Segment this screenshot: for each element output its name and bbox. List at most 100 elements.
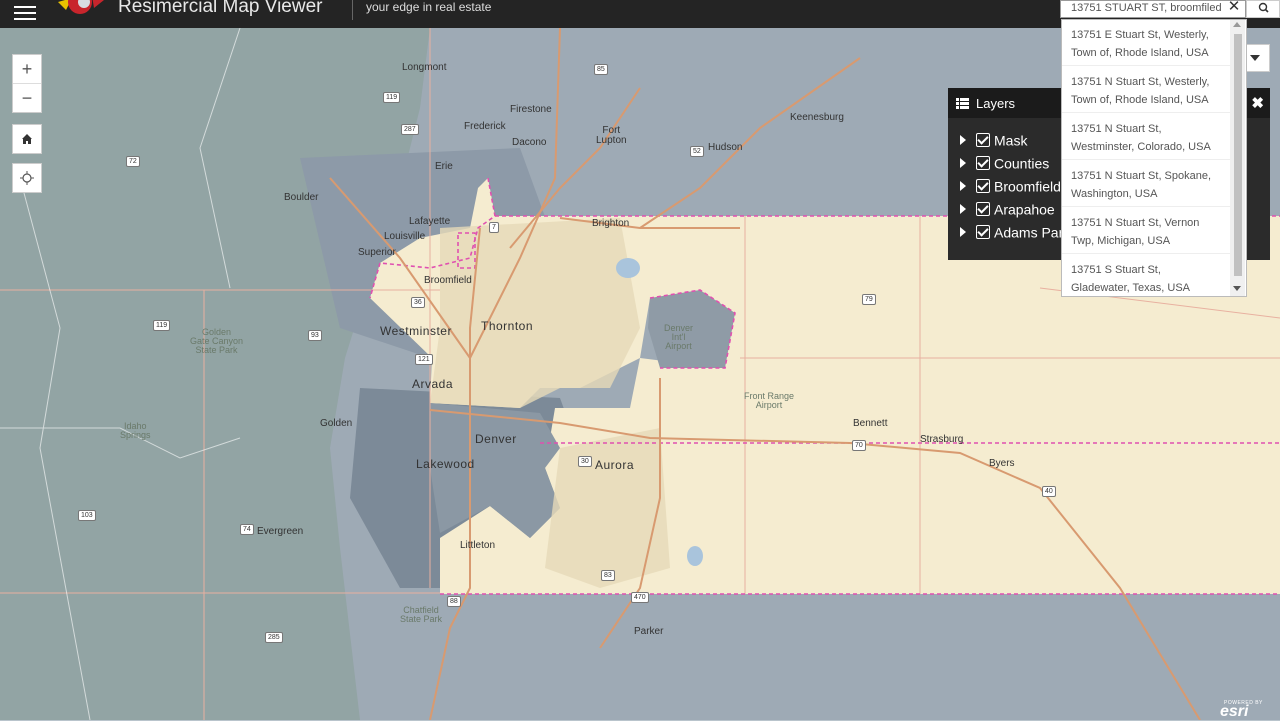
- map-label-strasburg: Strasburg: [920, 434, 964, 445]
- map-label-idaho-springs: Idaho Springs: [120, 421, 151, 440]
- scroll-up-icon[interactable]: [1233, 22, 1241, 27]
- suggestion-item[interactable]: 13751 N Stuart St, Vernon Twp, Michigan, …: [1062, 208, 1230, 254]
- route-shield: 30: [578, 456, 592, 467]
- layer-checkbox-mask[interactable]: [976, 133, 990, 148]
- map-label-hudson: Hudson: [708, 142, 743, 153]
- layer-label: Arapahoe: [994, 201, 1055, 218]
- search-button[interactable]: [1246, 0, 1280, 18]
- map-label-firestone: Firestone: [510, 104, 552, 115]
- map-label-parker: Parker: [634, 626, 664, 637]
- route-shield: 74: [240, 524, 254, 535]
- layer-label: Counties: [994, 155, 1050, 172]
- route-shield: 88: [447, 596, 461, 607]
- expand-icon[interactable]: [960, 227, 966, 238]
- map-label-dacono: Dacono: [512, 137, 547, 148]
- map-label-lafayette: Lafayette: [409, 216, 451, 227]
- map-label-aurora: Aurora: [595, 458, 635, 472]
- search-icon: [1258, 2, 1269, 13]
- clear-search-icon[interactable]: ✕: [1226, 0, 1242, 16]
- map-label-fort-lupton: Fort Lupton: [596, 125, 627, 146]
- esri-logo: esri: [1220, 703, 1249, 720]
- home-icon: [22, 134, 32, 144]
- route-shield: 287: [401, 124, 419, 135]
- layer-checkbox-adams[interactable]: [976, 225, 990, 240]
- map-label-golden-gate: Golden Gate Canyon State Park: [190, 327, 244, 355]
- home-button[interactable]: [12, 124, 42, 154]
- layer-item-adams[interactable]: Adams Par: [960, 223, 1063, 243]
- map-label-keenesburg: Keenesburg: [790, 112, 844, 123]
- app-tagline: your edge in real estate: [366, 0, 492, 14]
- map-label-chatfield: Chatfield State Park: [400, 605, 443, 624]
- zoom-out-button[interactable]: −: [13, 84, 41, 112]
- route-shield: 72: [126, 156, 140, 167]
- zoom-in-button[interactable]: +: [13, 55, 41, 84]
- scroll-down-icon[interactable]: [1233, 286, 1241, 291]
- layer-label: Mask: [994, 132, 1028, 149]
- layer-label: Broomfield: [994, 178, 1061, 195]
- map-label-louisville: Louisville: [384, 231, 426, 242]
- map-label-superior: Superior: [358, 247, 396, 258]
- suggestion-item[interactable]: 13751 S Stuart St, Gladewater, Texas, USA: [1062, 255, 1230, 296]
- suggestion-item[interactable]: 13751 E Stuart St, Westerly, Town of, Rho…: [1062, 20, 1230, 66]
- route-shield: 52: [690, 146, 704, 157]
- route-shield: 79: [862, 294, 876, 305]
- route-shield: 36: [411, 297, 425, 308]
- route-shield: 470: [631, 592, 649, 603]
- search-input[interactable]: [1071, 1, 1221, 16]
- suggestion-item[interactable]: 13751 N Stuart St, Westerly, Town of, Rho…: [1062, 67, 1230, 113]
- map-label-evergreen: Evergreen: [257, 526, 304, 537]
- expand-icon[interactable]: [960, 158, 966, 169]
- expand-icon[interactable]: [960, 181, 966, 192]
- app-title: Resimercial Map Viewer: [118, 0, 323, 17]
- locate-button[interactable]: [12, 163, 42, 193]
- route-shield: 121: [415, 354, 433, 365]
- suggestion-item[interactable]: 13751 N Stuart St, Spokane, Washington, U…: [1062, 161, 1230, 207]
- route-shield: 119: [153, 320, 171, 331]
- header-divider: [352, 0, 353, 20]
- route-shield: 83: [601, 570, 615, 581]
- route-shield: 119: [383, 92, 401, 103]
- layer-label: Adams Par: [994, 224, 1064, 241]
- esri-attribution[interactable]: POWERED BY esri: [1220, 700, 1276, 720]
- map-label-arvada: Arvada: [412, 377, 454, 391]
- route-shield: 93: [308, 330, 322, 341]
- layer-checkbox-counties[interactable]: [976, 156, 990, 171]
- map-label-front-range-airport: Front Range Airport: [744, 391, 795, 410]
- layer-item-broomfield[interactable]: Broomfield: [960, 177, 1061, 197]
- route-shield: 40: [1042, 486, 1056, 497]
- menu-icon[interactable]: [14, 2, 36, 22]
- app-logo: [58, 0, 104, 14]
- search-box[interactable]: [1060, 0, 1246, 18]
- map-label-erie: Erie: [435, 161, 453, 172]
- map-label-broomfield: Broomfield: [424, 275, 472, 286]
- layer-checkbox-broomfield[interactable]: [976, 179, 990, 194]
- map-label-frederick: Frederick: [464, 121, 506, 132]
- map-label-boulder: Boulder: [284, 192, 319, 203]
- layer-item-arapahoe[interactable]: Arapahoe: [960, 200, 1055, 220]
- map-label-longmont: Longmont: [402, 62, 447, 73]
- map-label-brighton: Brighton: [592, 218, 630, 229]
- map-label-denver: Denver: [475, 432, 517, 446]
- expand-icon[interactable]: [960, 135, 966, 146]
- map-label-denver-airport: Denver Int'l Airport: [664, 323, 694, 351]
- map-label-lakewood: Lakewood: [416, 457, 475, 471]
- route-shield: 285: [265, 632, 283, 643]
- zoom-control: + −: [12, 54, 42, 113]
- list-icon: [956, 98, 969, 109]
- route-shield: 85: [594, 64, 608, 75]
- map-label-thornton: Thornton: [481, 319, 534, 333]
- layer-item-mask[interactable]: Mask: [960, 131, 1027, 151]
- locate-icon: [20, 171, 34, 185]
- close-icon[interactable]: ✖: [1251, 94, 1264, 112]
- suggestion-item[interactable]: 13751 N Stuart St, Westminster, Colorado,…: [1062, 114, 1230, 160]
- layer-checkbox-arapahoe[interactable]: [976, 202, 990, 217]
- route-shield: 70: [852, 440, 866, 451]
- map-label-bennett: Bennett: [853, 418, 888, 429]
- expand-icon[interactable]: [960, 204, 966, 215]
- map-label-byers: Byers: [989, 458, 1015, 469]
- layer-item-counties[interactable]: Counties: [960, 154, 1049, 174]
- scrollbar-thumb[interactable]: [1234, 34, 1242, 276]
- map-label-littleton: Littleton: [460, 540, 496, 551]
- route-shield: 103: [78, 510, 96, 521]
- route-shield: 7: [489, 222, 499, 233]
